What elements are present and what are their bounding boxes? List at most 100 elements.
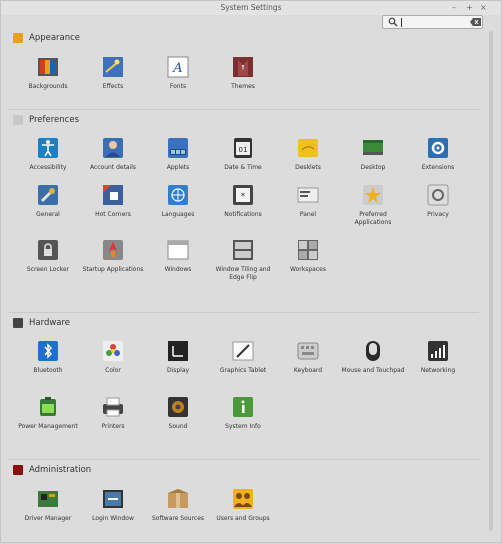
settings-item-privacy[interactable]: Privacy [406,184,470,236]
settings-item-label: Hot Corners [95,211,131,218]
settings-item-label: Backgrounds [28,83,68,90]
account-details-icon [102,137,124,159]
settings-item-window-tiling[interactable]: Window Tiling and Edge Flip [211,239,275,291]
settings-item-label: Networking [420,367,456,374]
settings-item-windows[interactable]: Windows [146,239,210,291]
settings-item-notifications[interactable]: * Notifications [211,184,275,236]
backgrounds-icon [37,56,59,78]
settings-item-mouse[interactable]: Mouse and Touchpad [341,340,405,392]
settings-item-backgrounds[interactable]: Backgrounds [16,56,80,108]
settings-item-label: Mouse and Touchpad [341,367,405,374]
settings-item-screen-locker[interactable]: Screen Locker [16,239,80,291]
settings-item-desktop[interactable]: Desktop [341,137,405,189]
desklets-icon [297,137,319,159]
settings-item-label: Desktop [360,164,386,171]
settings-item-color[interactable]: Color [81,340,145,392]
section-divider [9,312,479,313]
preferences-category-icon [13,115,23,125]
system-info-icon [232,396,254,418]
settings-item-label: Preferred Applications [354,211,392,226]
administration-category-icon [13,465,23,475]
hardware-category-icon [13,318,23,328]
settings-item-label: Color [105,367,121,374]
settings-item-label: Windows [164,266,192,273]
svg-text:01: 01 [239,146,248,154]
settings-item-desklets[interactable]: Desklets [276,137,340,189]
applets-icon [167,137,189,159]
section-title: Appearance [29,33,81,43]
settings-item-users-groups[interactable]: Users and Groups [211,488,275,540]
settings-item-label: Login Window [92,515,134,522]
section-header-appearance: Appearance [13,32,80,44]
settings-item-display[interactable]: Display [146,340,210,392]
settings-item-graphics-tablet[interactable]: Graphics Tablet [211,340,275,392]
settings-item-keyboard[interactable]: Keyboard [276,340,340,392]
section-header-hardware: Hardware [13,317,70,329]
settings-item-general[interactable]: General [16,184,80,236]
windows-icon [167,239,189,261]
settings-item-accessibility[interactable]: Accessibility [16,137,80,189]
settings-item-label: Workspaces [290,266,326,273]
networking-icon [427,340,449,362]
settings-item-label: Software Sources [151,515,205,522]
settings-item-label: Driver Manager [24,515,72,522]
settings-item-bluetooth[interactable]: Bluetooth [16,340,80,392]
fonts-icon: A [167,56,189,78]
settings-item-preferred-applications[interactable]: Preferred Applications [341,184,405,236]
startup-applications-icon [102,239,124,261]
settings-content: Appearance Backgrounds Effects A Fonts Themes… [1,1,501,544]
settings-item-label: Window Tiling and Edge Flip [215,266,271,281]
settings-item-effects[interactable]: Effects [81,56,145,108]
general-icon [37,184,59,206]
settings-item-system-info[interactable]: System Info [211,396,275,448]
settings-item-panel[interactable]: Panel [276,184,340,236]
settings-item-power-management[interactable]: Power Management [16,396,80,448]
settings-item-label: Accessibility [29,164,67,171]
settings-item-label: Sound [168,423,188,430]
settings-item-label: Privacy [427,211,449,218]
keyboard-icon [297,340,319,362]
bluetooth-icon [37,340,59,362]
color-icon [102,340,124,362]
system-settings-window: System Settings – + × Appearance Backgrou… [0,0,502,543]
settings-item-sound[interactable]: Sound [146,396,210,448]
settings-item-driver-manager[interactable]: Driver Manager [16,488,80,540]
settings-item-hot-corners[interactable]: Hot Corners [81,184,145,236]
settings-item-label: Applets [166,164,190,171]
panel-icon [297,184,319,206]
driver-manager-icon [37,488,59,510]
graphics-tablet-icon [232,340,254,362]
settings-item-account-details[interactable]: Account details [81,137,145,189]
settings-item-label: Panel [299,211,317,218]
section-header-administration: Administration [13,464,91,476]
settings-item-themes[interactable]: Themes [211,56,275,108]
section-title: Hardware [29,318,71,328]
settings-item-applets[interactable]: Applets [146,137,210,189]
power-management-icon [37,396,59,418]
settings-item-startup-applications[interactable]: Startup Applications [81,239,145,291]
settings-item-label: Extensions [421,164,455,171]
settings-item-languages[interactable]: Languages [146,184,210,236]
settings-item-label: Date & Time [224,164,262,171]
settings-item-login-window[interactable]: Login Window [81,488,145,540]
preferred-applications-icon [362,184,384,206]
workspaces-icon [297,239,319,261]
section-title: Administration [29,465,92,475]
svg-text:A: A [172,61,182,76]
settings-item-fonts[interactable]: A Fonts [146,56,210,108]
settings-item-label: Fonts [169,83,187,90]
settings-item-networking[interactable]: Networking [406,340,470,392]
settings-item-label: System Info [225,423,261,430]
languages-icon [167,184,189,206]
settings-item-label: Power Management [18,423,78,430]
settings-item-printers[interactable]: Printers [81,396,145,448]
settings-item-extensions[interactable]: Extensions [406,137,470,189]
settings-item-software-sources[interactable]: Software Sources [146,488,210,540]
login-window-icon [102,488,124,510]
settings-item-label: General [36,211,60,218]
settings-item-label: Effects [102,83,124,90]
settings-item-label: Account details [89,164,137,171]
settings-item-workspaces[interactable]: Workspaces [276,239,340,291]
date-time-icon: 01 [232,137,254,159]
settings-item-date-time[interactable]: 01 Date & Time [211,137,275,189]
